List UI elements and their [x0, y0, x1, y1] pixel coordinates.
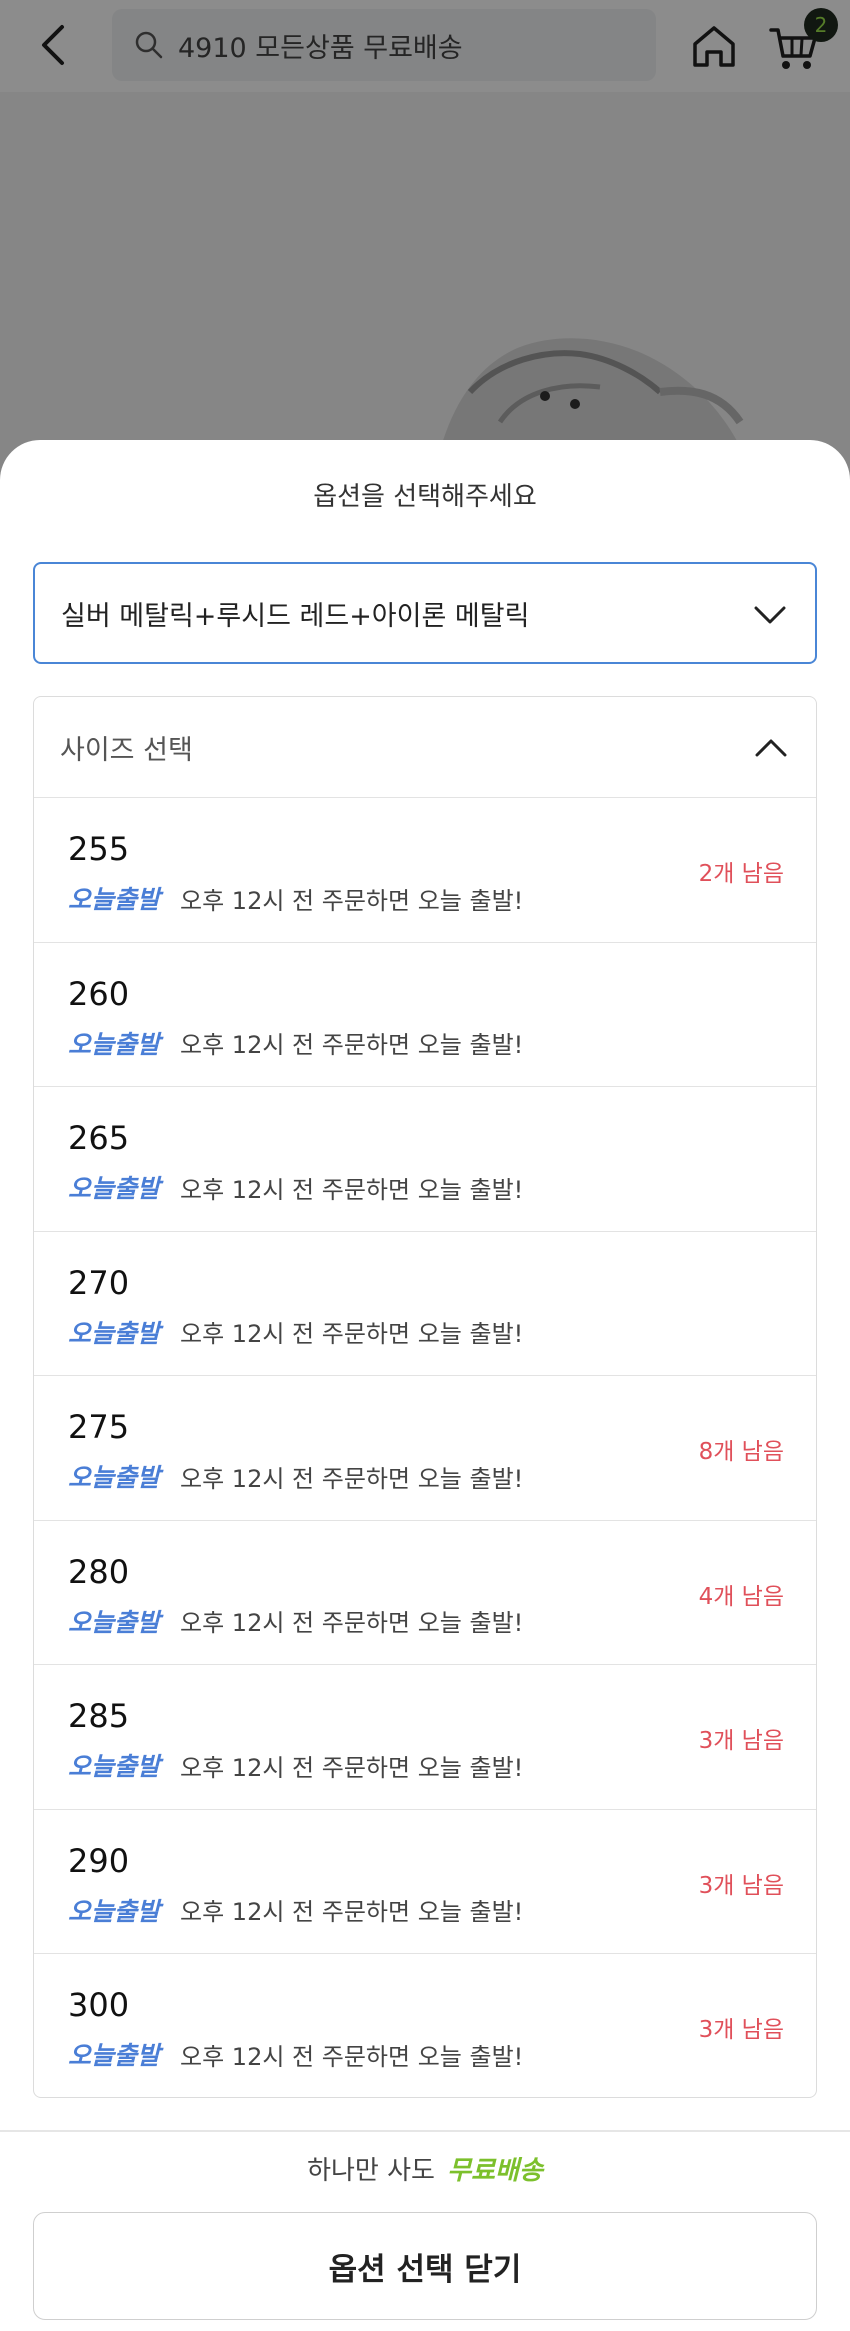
today-shipping-badge: 오늘출발 [68, 1752, 161, 1781]
product-page-background: 4910 모든상품 무료배송 2 [0, 0, 850, 500]
size-option-row[interactable]: 300 오늘출발 오후 12시 전 주문하면 오늘 출발! 3개 남음 [34, 1954, 816, 2097]
delivery-info: 오늘출발 오후 12시 전 주문하면 오늘 출발! [68, 1892, 523, 1928]
free-shipping-word: 무료배송 [447, 2156, 543, 2186]
size-option-row[interactable]: 285 오늘출발 오후 12시 전 주문하면 오늘 출발! 3개 남음 [34, 1665, 816, 1810]
size-option-row[interactable]: 255 오늘출발 오후 12시 전 주문하면 오늘 출발! 2개 남음 [34, 798, 816, 943]
stock-remaining: 3개 남음 [698, 1872, 784, 1899]
today-shipping-badge: 오늘출발 [68, 1318, 161, 1348]
delivery-text: 오후 12시 전 주문하면 오늘 출발! [180, 2042, 524, 2071]
stock-remaining: 2개 남음 [698, 861, 784, 887]
delivery-info: 오늘출발 오후 12시 전 주문하면 오늘 출발! [68, 1458, 523, 1494]
delivery-info: 오늘출발 오후 12시 전 주문하면 오늘 출발! [68, 1603, 523, 1639]
delivery-info: 오늘출발 오후 12시 전 주문하면 오늘 출발! [68, 1747, 523, 1783]
size-value: 300 [68, 1986, 130, 2024]
size-value: 285 [68, 1697, 130, 1735]
sheet-title: 옵션을 선택해주세요 [313, 482, 537, 512]
size-value: 290 [68, 1841, 130, 1880]
size-value: 260 [68, 974, 130, 1013]
size-select-label: 사이즈 선택 [60, 734, 193, 766]
size-select-panel: 사이즈 선택 255 오늘출발 오후 12시 전 주문하면 오늘 출발! 2개 남음 2… [33, 696, 817, 2098]
free-shipping-notice: 하나만 사도 무료배송 [0, 2150, 850, 2187]
option-bottom-sheet: 옵션을 선택해주세요 실버 메탈릭+루시드 레드+아이론 메탈릭 사이즈 선택 … [0, 440, 850, 2331]
delivery-text: 오후 12시 전 주문하면 오늘 출발! [180, 1320, 524, 1348]
size-option-list: 255 오늘출발 오후 12시 전 주문하면 오늘 출발! 2개 남음 260 오늘출발 오… [34, 798, 816, 2097]
today-shipping-badge: 오늘출발 [68, 1896, 161, 1926]
today-shipping-badge: 오늘출발 [68, 885, 161, 914]
size-option-row[interactable]: 270 오늘출발 오후 12시 전 주문하면 오늘 출발! [34, 1232, 816, 1376]
stock-remaining: 8개 남음 [698, 1439, 784, 1465]
delivery-info: 오늘출발 오후 12시 전 주문하면 오늘 출발! [68, 2036, 523, 2072]
size-value: 270 [68, 1263, 130, 1302]
delivery-text: 오후 12시 전 주문하면 오늘 출발! [180, 1898, 524, 1926]
today-shipping-badge: 오늘출발 [68, 1607, 161, 1637]
today-shipping-badge: 오늘출발 [68, 1463, 161, 1492]
delivery-text: 오후 12시 전 주문하면 오늘 출발! [180, 1464, 524, 1493]
chevron-up-icon [755, 739, 787, 757]
delivery-info: 오늘출발 오후 12시 전 주문하면 오늘 출발! [68, 1025, 523, 1061]
size-value: 255 [68, 830, 130, 868]
size-option-row[interactable]: 265 오늘출발 오후 12시 전 주문하면 오늘 출발! [34, 1087, 816, 1232]
size-option-row[interactable]: 290 오늘출발 오후 12시 전 주문하면 오늘 출발! 3개 남음 [34, 1810, 816, 1954]
size-value: 280 [68, 1552, 130, 1591]
delivery-text: 오후 12시 전 주문하면 오늘 출발! [180, 1175, 524, 1204]
size-select-header[interactable]: 사이즈 선택 [34, 697, 816, 798]
today-shipping-badge: 오늘출발 [68, 1029, 161, 1059]
delivery-text: 오후 12시 전 주문하면 오늘 출발! [180, 1609, 524, 1637]
close-option-button[interactable]: 옵션 선택 닫기 [33, 2212, 817, 2320]
size-option-row[interactable]: 280 오늘출발 오후 12시 전 주문하면 오늘 출발! 4개 남음 [34, 1521, 816, 1665]
chevron-down-icon [754, 606, 786, 624]
size-value: 265 [68, 1119, 130, 1157]
delivery-info: 오늘출발 오후 12시 전 주문하면 오늘 출발! [68, 880, 523, 916]
size-option-row[interactable]: 260 오늘출발 오후 12시 전 주문하면 오늘 출발! [34, 943, 816, 1087]
delivery-text: 오후 12시 전 주문하면 오늘 출발! [180, 1753, 524, 1782]
size-option-row[interactable]: 275 오늘출발 오후 12시 전 주문하면 오늘 출발! 8개 남음 [34, 1376, 816, 1521]
color-option-select[interactable]: 실버 메탈릭+루시드 레드+아이론 메탈릭 [33, 562, 817, 664]
stock-remaining: 3개 남음 [698, 1728, 784, 1754]
sheet-divider [0, 2130, 850, 2132]
delivery-text: 오후 12시 전 주문하면 오늘 출발! [180, 886, 524, 915]
size-value: 275 [68, 1408, 130, 1446]
stock-remaining: 3개 남음 [698, 2017, 784, 2043]
dim-overlay[interactable] [0, 0, 850, 500]
color-option-value: 실버 메탈릭+루시드 레드+아이론 메탈릭 [61, 600, 530, 632]
today-shipping-badge: 오늘출발 [68, 1174, 161, 1203]
free-shipping-prefix: 하나만 사도 [307, 2156, 435, 2186]
today-shipping-badge: 오늘출발 [68, 2041, 161, 2070]
stock-remaining: 4개 남음 [698, 1583, 784, 1610]
delivery-info: 오늘출발 오후 12시 전 주문하면 오늘 출발! [68, 1169, 523, 1205]
delivery-text: 오후 12시 전 주문하면 오늘 출발! [180, 1031, 524, 1059]
delivery-info: 오늘출발 오후 12시 전 주문하면 오늘 출발! [68, 1314, 523, 1350]
